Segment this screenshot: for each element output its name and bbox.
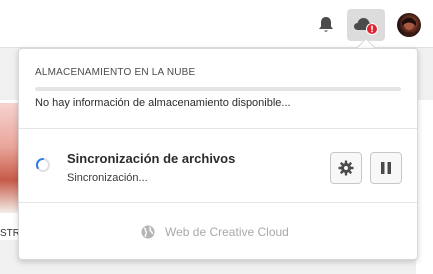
sync-spinner-icon xyxy=(35,157,51,173)
gear-icon xyxy=(338,160,354,176)
creative-cloud-web-label: Web de Creative Cloud xyxy=(165,225,289,239)
cloud-status-popover: ALMACENAMIENTO EN LA NUBE No hay informa… xyxy=(18,48,418,260)
file-sync-section: Sincronización de archivos Sincronizació… xyxy=(19,129,417,203)
background-thumbnail-label: STRA xyxy=(0,228,20,239)
sync-pause-button[interactable] xyxy=(370,152,402,184)
bell-icon[interactable] xyxy=(317,15,335,35)
cloud-status-button[interactable] xyxy=(347,9,385,41)
cloud-alert-icon xyxy=(354,18,378,35)
pause-icon xyxy=(381,162,391,174)
background-page-right xyxy=(416,100,433,274)
sync-status: Sincronización... xyxy=(67,172,148,184)
storage-section: ALMACENAMIENTO EN LA NUBE No hay informa… xyxy=(19,49,417,129)
sync-settings-button[interactable] xyxy=(330,152,362,184)
storage-message: No hay información de almacenamiento dis… xyxy=(35,97,291,109)
background-thumbnail xyxy=(0,103,20,213)
popover-footer: Web de Creative Cloud xyxy=(19,204,417,260)
sync-title: Sincronización de archivos xyxy=(67,151,236,166)
globe-icon xyxy=(141,225,155,239)
storage-progress-bar xyxy=(35,87,401,91)
storage-title: ALMACENAMIENTO EN LA NUBE xyxy=(35,67,196,78)
user-avatar[interactable] xyxy=(397,13,421,37)
